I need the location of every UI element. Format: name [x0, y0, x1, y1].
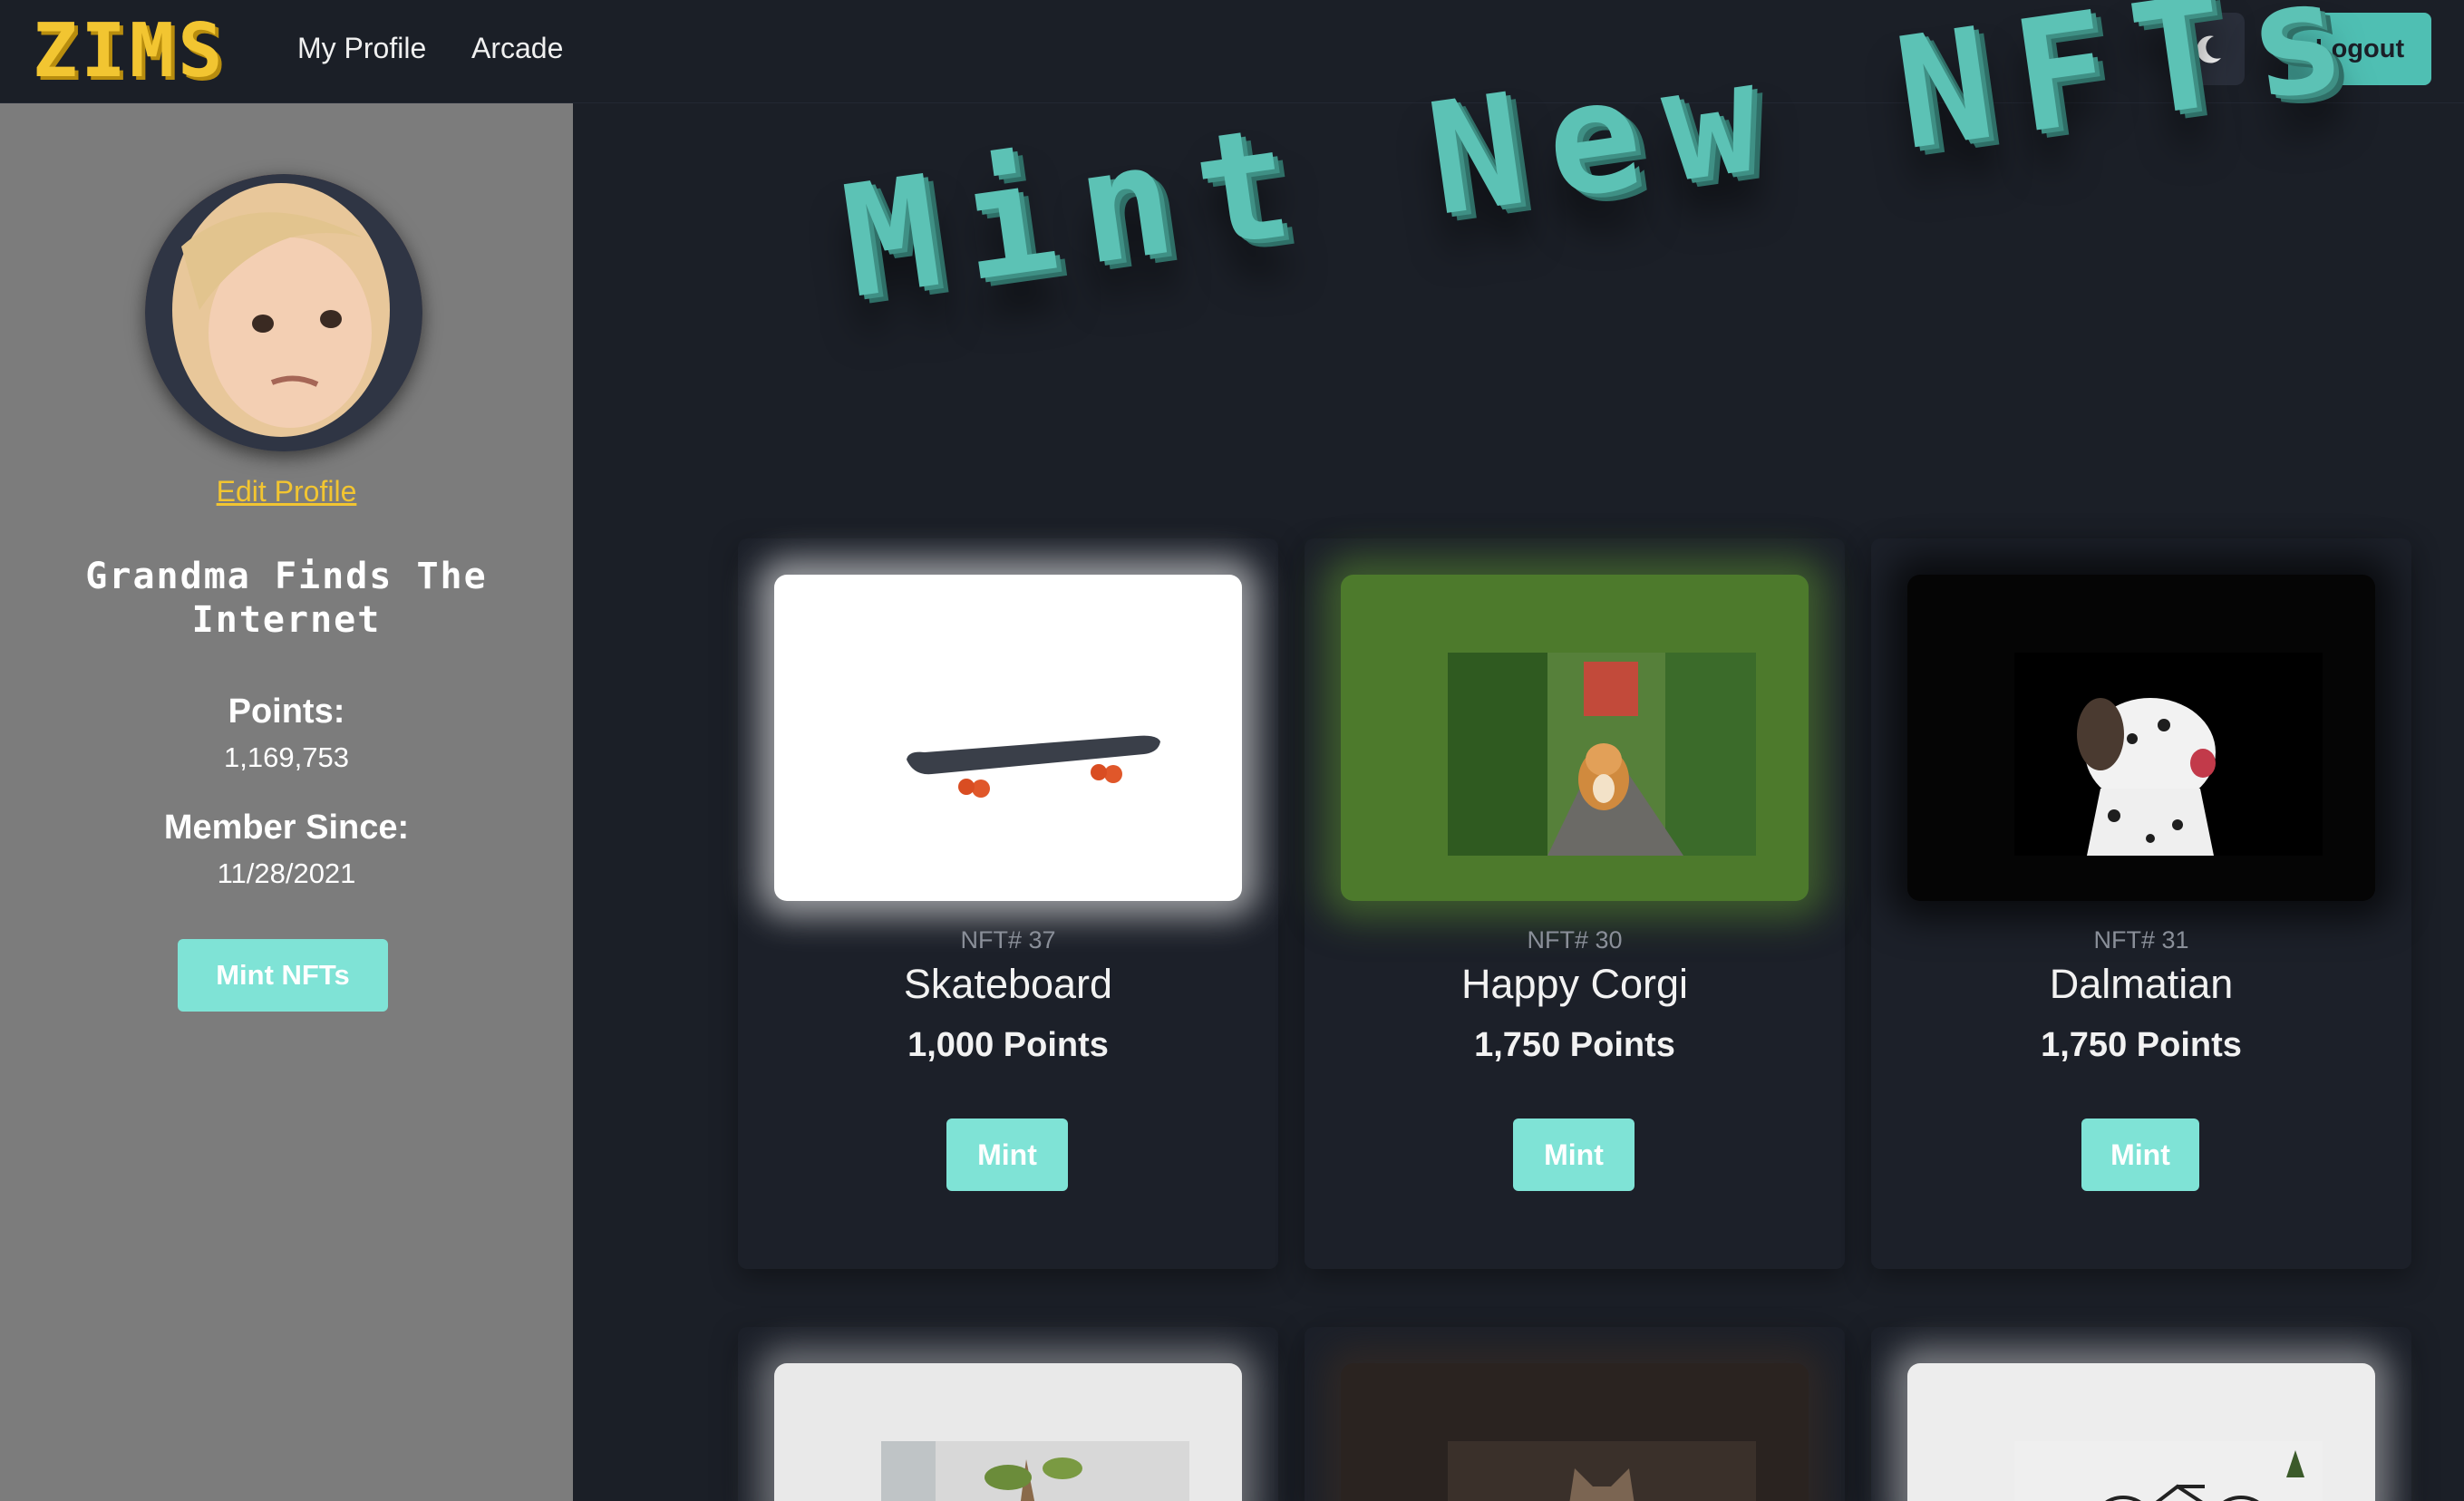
nav-arcade[interactable]: Arcade — [471, 25, 563, 71]
points-value: 1,169,753 — [224, 741, 349, 773]
avatar — [145, 174, 422, 451]
mint-button[interactable]: Mint — [2081, 1118, 2199, 1191]
nft-image-frame — [774, 1363, 1242, 1501]
nft-points: 1,750 Points — [2041, 1026, 2242, 1064]
cat-image — [1448, 1441, 1756, 1501]
member-since-value: 11/28/2021 — [217, 857, 356, 889]
nft-card — [738, 1327, 1278, 1501]
nft-card: NFT# 30 Happy Corgi 1,750 Points Mint — [1305, 538, 1845, 1269]
mint-button[interactable]: Mint — [946, 1118, 1068, 1191]
nft-card: NFT# 31 Dalmatian 1,750 Points Mint — [1871, 538, 2411, 1269]
skateboard-image — [881, 653, 1189, 856]
nft-id: NFT# 30 — [1527, 926, 1623, 954]
nft-card — [1871, 1327, 2411, 1501]
nft-image-frame — [1907, 1363, 2375, 1501]
brand-logo[interactable]: ZIMS — [33, 11, 226, 92]
nft-name: Skateboard — [903, 961, 1113, 1007]
points-label: Points: — [228, 692, 345, 731]
profile-sidebar: Edit Profile Grandma Finds The Internet … — [0, 103, 573, 1501]
member-since-label: Member Since: — [163, 809, 410, 847]
mint-nfts-button[interactable]: Mint NFTs — [178, 939, 388, 1012]
nft-id: NFT# 37 — [960, 926, 1056, 954]
nft-image-frame — [1907, 575, 2375, 901]
nft-card — [1305, 1327, 1845, 1501]
mint-button[interactable]: Mint — [1513, 1118, 1635, 1191]
avatar-image — [145, 174, 422, 451]
nft-image-frame — [774, 575, 1242, 901]
nft-card: NFT# 37 Skateboard 1,000 Points Mint — [738, 538, 1278, 1269]
edit-profile-link[interactable]: Edit Profile — [0, 475, 573, 508]
nft-points: 1,000 Points — [907, 1026, 1109, 1064]
nft-name: Dalmatian — [2049, 961, 2234, 1007]
plant-image — [881, 1441, 1189, 1501]
profile-username: Grandma Finds The Internet — [85, 556, 488, 641]
nft-image-frame — [1341, 1363, 1809, 1501]
nft-id: NFT# 31 — [2093, 926, 2189, 954]
nav-my-profile[interactable]: My Profile — [297, 25, 426, 71]
nft-image-frame — [1341, 575, 1809, 901]
nft-points: 1,750 Points — [1474, 1026, 1675, 1064]
nft-name: Happy Corgi — [1460, 961, 1689, 1007]
bicycle-image — [2014, 1441, 2323, 1501]
corgi-image — [1448, 653, 1756, 856]
dalmatian-image — [2014, 653, 2323, 856]
